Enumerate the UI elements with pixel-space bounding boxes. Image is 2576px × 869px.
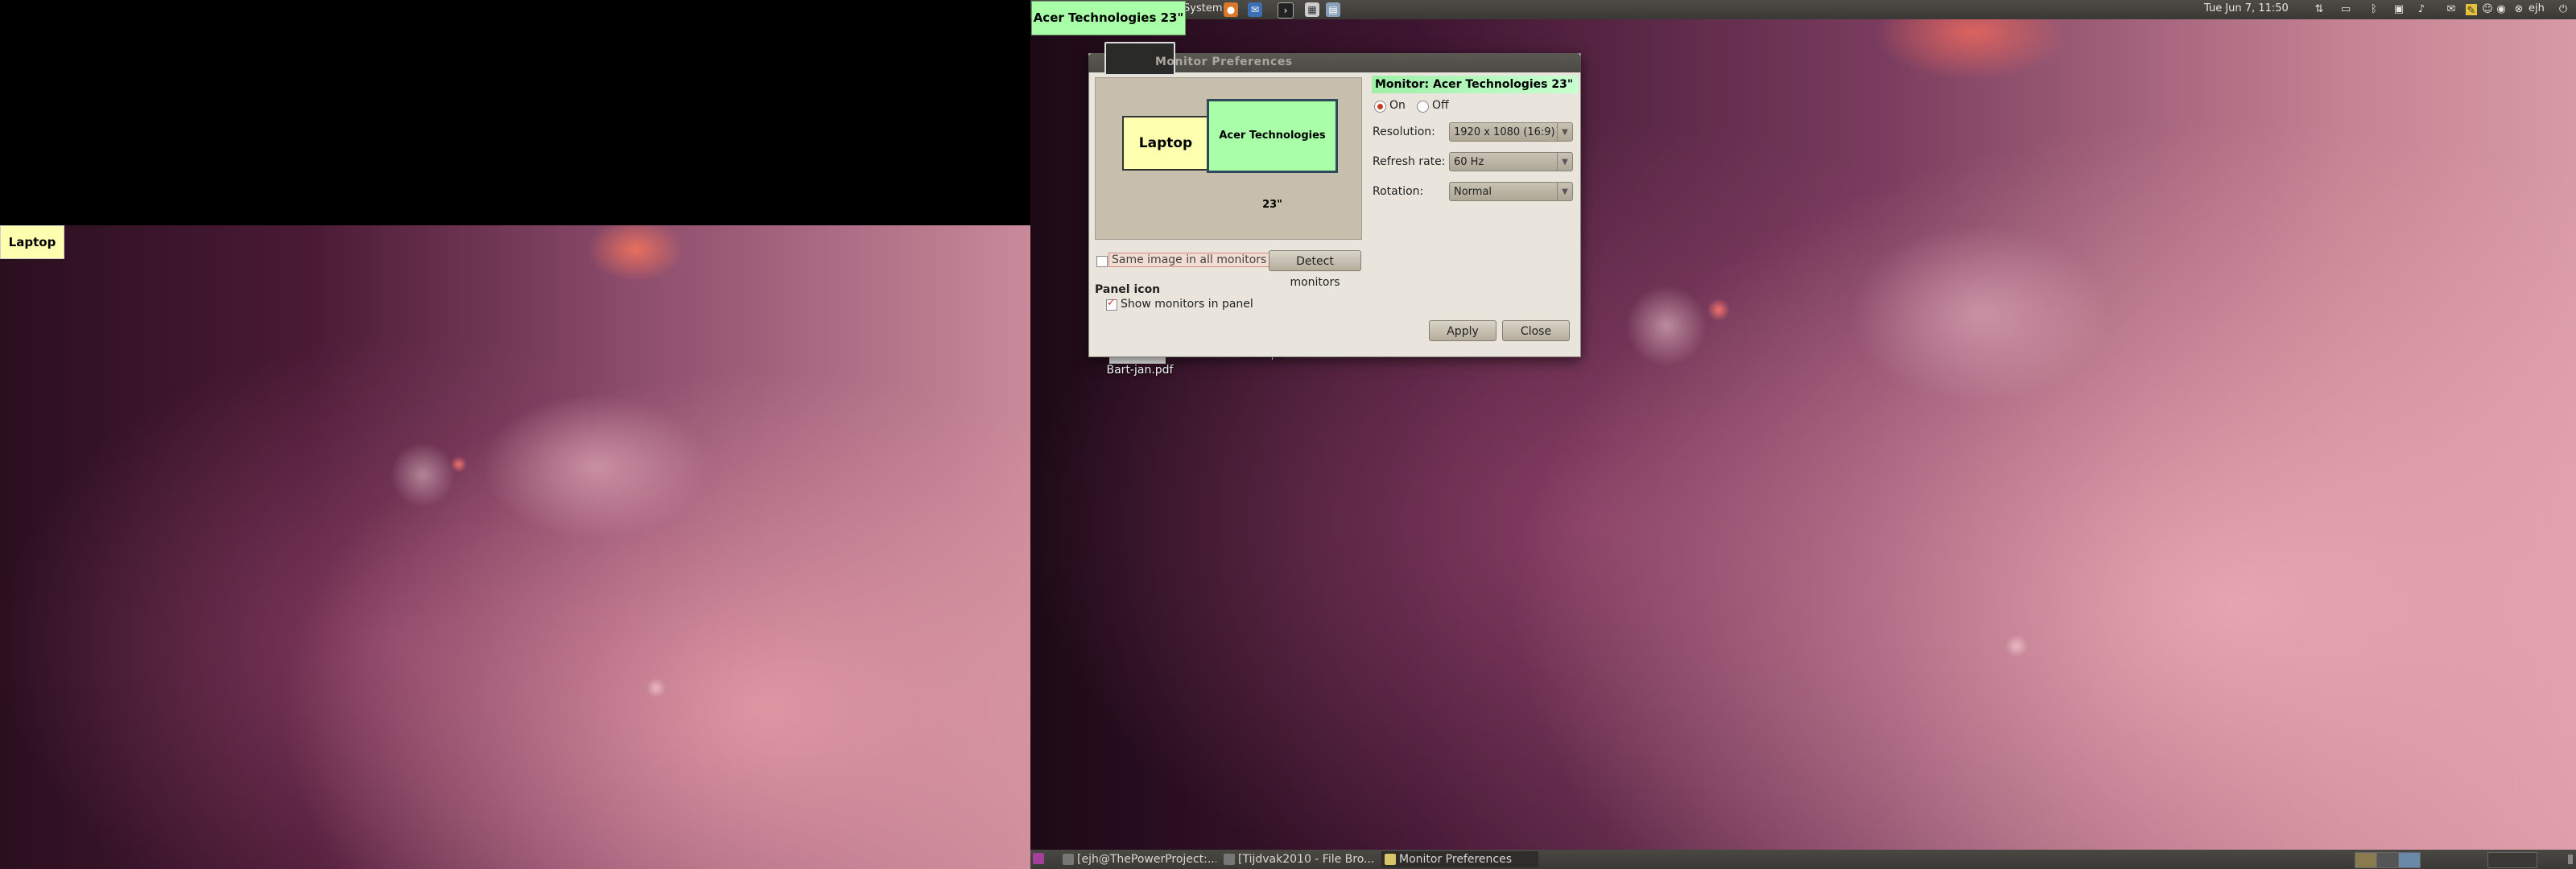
bluetooth-icon[interactable]: ᛒ <box>2367 2 2381 17</box>
same-image-label[interactable]: Same image in all monitors <box>1108 253 1270 267</box>
refresh-rate-select[interactable]: 60 Hz ▼ <box>1449 152 1573 171</box>
workspace-1[interactable] <box>2355 852 2377 868</box>
display-icon[interactable]: ▣ <box>2392 2 2406 17</box>
panel-user-name[interactable]: ejh <box>2529 0 2545 18</box>
thunderbird-icon[interactable]: ✉ <box>1248 2 1262 17</box>
firefox-icon[interactable]: ● <box>1224 2 1238 17</box>
system-menu[interactable]: System <box>1183 0 1222 18</box>
rotation-select[interactable]: Normal ▼ <box>1449 182 1573 201</box>
show-desktop-icon[interactable] <box>1033 853 1044 864</box>
apply-button[interactable]: Apply <box>1429 320 1496 341</box>
rotation-label: Rotation: <box>1373 185 1424 198</box>
notes-icon[interactable]: ✎ <box>2466 4 2477 17</box>
resolution-value: 1920 x 1080 (16:9) <box>1454 126 1555 138</box>
refresh-rate-value: 60 Hz <box>1454 156 1484 168</box>
taskbar-item[interactable]: [Tijdvak2010 - File Bro... <box>1220 851 1377 867</box>
calculator-icon[interactable]: ▦ <box>1305 2 1319 17</box>
taskbar-item-active[interactable]: Monitor Preferences <box>1381 851 1538 867</box>
workspace-3[interactable] <box>2398 852 2421 868</box>
user-status-icon[interactable]: ⊗ <box>2512 2 2526 17</box>
files-icon[interactable]: ▤ <box>1326 2 1340 17</box>
same-image-checkbox[interactable] <box>1096 256 1108 267</box>
taskbar-item[interactable]: [ejh@ThePowerProject:... <box>1059 851 1216 867</box>
volume-icon[interactable]: ♪ <box>2414 2 2429 17</box>
battery-icon[interactable]: ▭ <box>2339 2 2353 17</box>
dialog-title: Monitor Preferences <box>1155 56 1293 68</box>
monitor-icon <box>1385 854 1396 865</box>
laptop-desktop <box>0 225 1030 869</box>
resolution-label: Resolution: <box>1373 126 1435 138</box>
network-icon[interactable]: ⇅ <box>2312 2 2326 17</box>
power-off-label[interactable]: Off <box>1432 99 1449 112</box>
power-off-radio[interactable] <box>1417 101 1429 113</box>
rotation-value: Normal <box>1454 186 1492 198</box>
panel-icon-heading: Panel icon <box>1095 283 1161 296</box>
chevron-down-icon: ▼ <box>1557 183 1572 200</box>
power-icon[interactable]: ⏻ <box>2556 2 2570 17</box>
detect-monitors-button[interactable]: Detect monitors <box>1269 250 1361 289</box>
panel-clock[interactable]: Tue Jun 7, 11:50 <box>2204 0 2289 18</box>
canvas-monitor-laptop[interactable]: Laptop <box>1122 116 1209 171</box>
resolution-select[interactable]: 1920 x 1080 (16:9) ▼ <box>1449 122 1573 142</box>
mail-icon[interactable]: ✉ <box>2444 2 2458 17</box>
terminal-icon[interactable]: › <box>1278 2 1294 19</box>
power-on-radio[interactable] <box>1374 101 1386 113</box>
refresh-rate-label: Refresh rate: <box>1373 155 1446 168</box>
canvas-monitor-acer[interactable]: Acer Technologies 23" <box>1207 99 1338 211</box>
chevron-down-icon: ▼ <box>1557 123 1572 141</box>
workspace-4[interactable] <box>2487 852 2537 868</box>
terminal-icon <box>1063 854 1074 865</box>
status-icon[interactable]: ◉ <box>2494 2 2508 17</box>
selected-monitor-title: Monitor: Acer Technologies 23" <box>1372 76 1578 93</box>
desktop-file-label[interactable]: Bart-jan.pdf <box>1100 364 1180 377</box>
show-in-panel-label[interactable]: Show monitors in panel <box>1121 298 1253 311</box>
close-button[interactable]: Close <box>1502 320 1570 341</box>
chat-icon[interactable]: ☺ <box>2480 2 2495 17</box>
workspace-2[interactable] <box>2376 852 2399 868</box>
taskbar-item-label: [Tijdvak2010 - File Bro... <box>1238 853 1375 866</box>
chevron-down-icon: ▼ <box>1557 153 1572 171</box>
trash-icon[interactable] <box>2568 855 2573 864</box>
taskbar-item-label: Monitor Preferences <box>1399 853 1513 866</box>
show-in-panel-checkbox[interactable] <box>1106 297 1117 311</box>
external-screen-label: Acer Technologies 23" <box>1031 1 1186 35</box>
taskbar-item-label: [ejh@ThePowerProject:... <box>1077 853 1216 866</box>
folder-icon <box>1224 854 1235 865</box>
power-on-label[interactable]: On <box>1389 99 1406 112</box>
laptop-screen-label: Laptop <box>0 225 64 259</box>
